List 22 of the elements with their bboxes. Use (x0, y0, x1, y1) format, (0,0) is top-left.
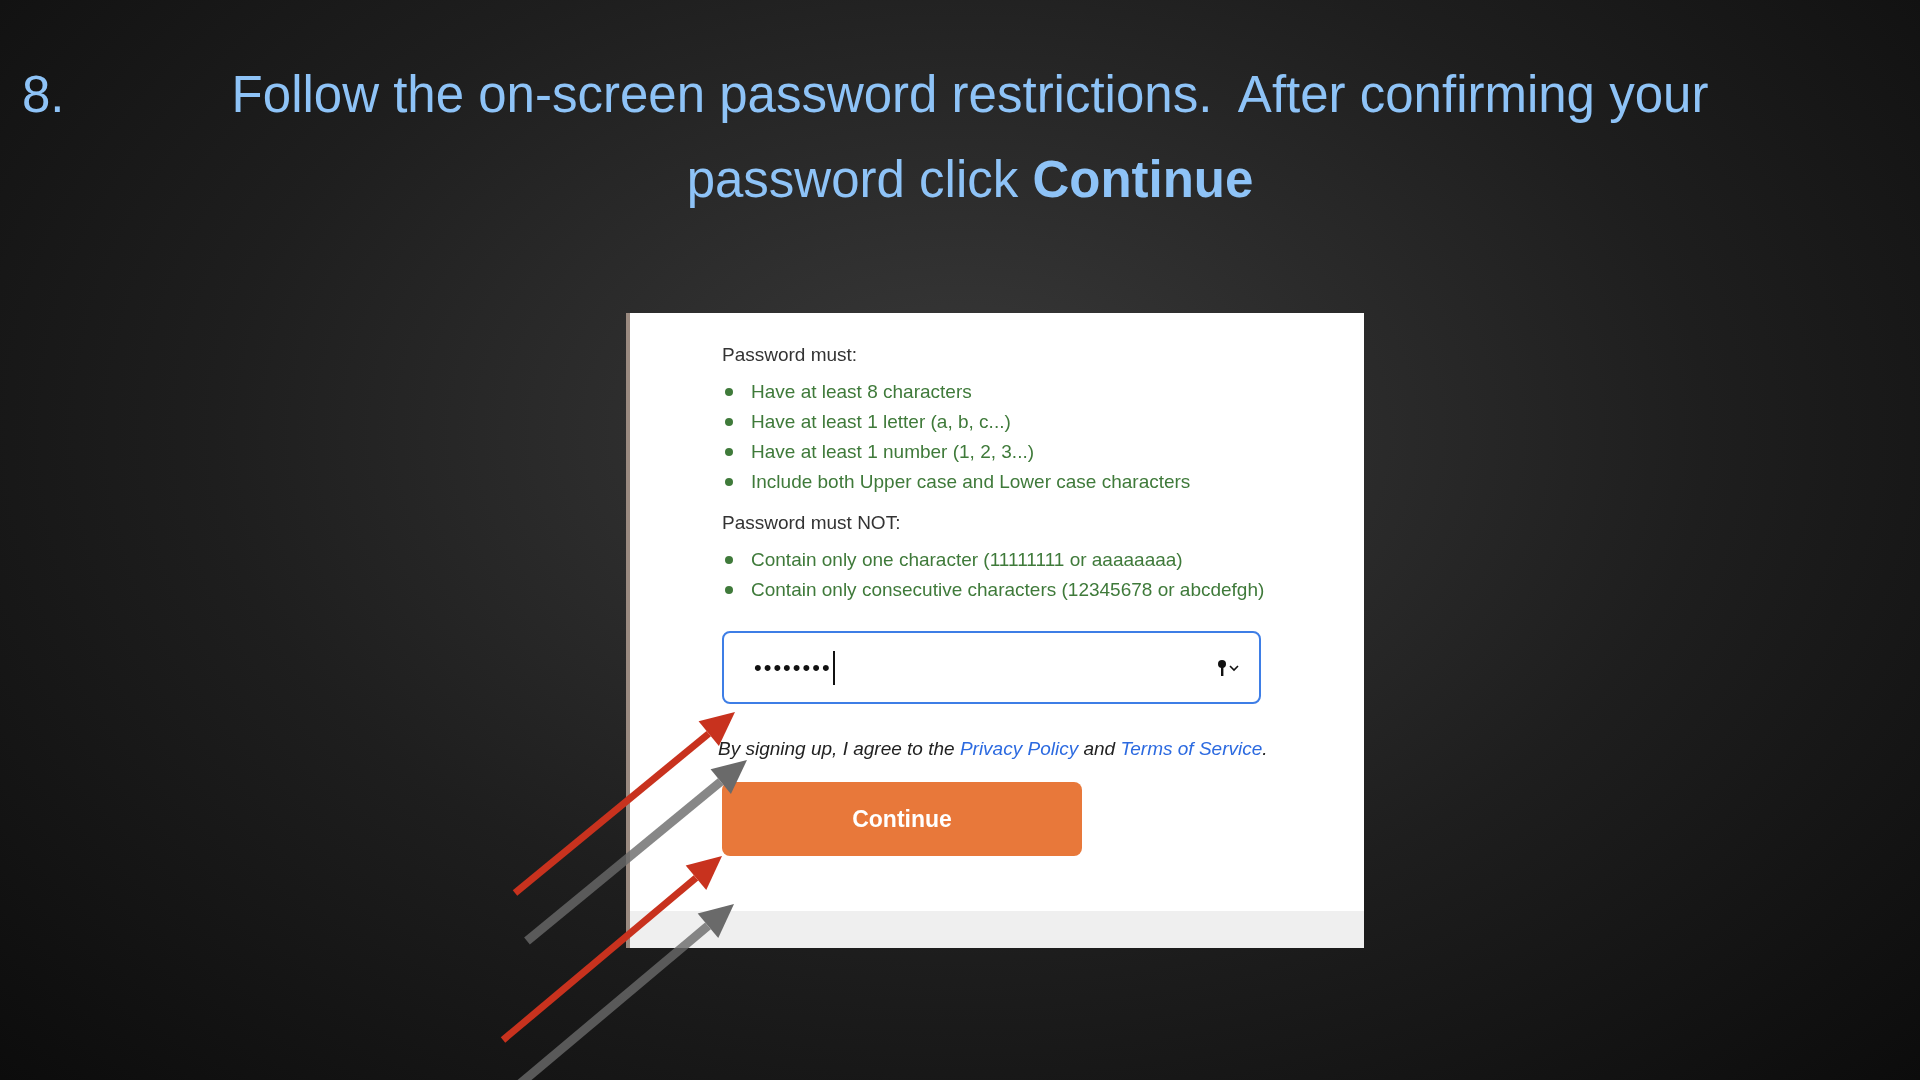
bullet-icon (725, 418, 733, 426)
requirement-text: Have at least 8 characters (751, 381, 972, 403)
bullet-icon (725, 478, 733, 486)
bullet-icon (725, 388, 733, 396)
terms-of-service-link[interactable]: Terms of Service (1120, 738, 1263, 759)
prohibitions-heading: Password must NOT: (722, 511, 902, 535)
agreement-text: By signing up, I agree to the Privacy Policy and Terms of Service. (718, 738, 1269, 760)
requirement-text: Have at least 1 number (1, 2, 3...) (751, 441, 1035, 463)
bullet-icon (725, 556, 733, 564)
step-number: 8. (21, 65, 66, 125)
bullet-icon (725, 586, 733, 594)
continue-button[interactable]: Continue (722, 782, 1082, 856)
instruction-text: Follow the on-screen password restrictions. After confirming your password click Continue (230, 65, 1710, 210)
prohibition-text: Contain only one character (11111111 or aaaaaaaa) (751, 549, 1183, 571)
requirement-text: Have at least 1 letter (a, b, c...) (751, 411, 1011, 433)
prohibition-text: Contain only consecutive characters (12345678 or abcdefgh) (751, 579, 1265, 601)
privacy-policy-link[interactable]: Privacy Policy (959, 738, 1079, 759)
bullet-icon (725, 448, 733, 456)
requirements-heading: Password must: (722, 343, 859, 367)
password-field[interactable]: •••••••• (722, 631, 1261, 704)
key-icon[interactable] (1217, 658, 1241, 677)
requirement-text: Include both Upper case and Lower case characters (751, 471, 1191, 493)
